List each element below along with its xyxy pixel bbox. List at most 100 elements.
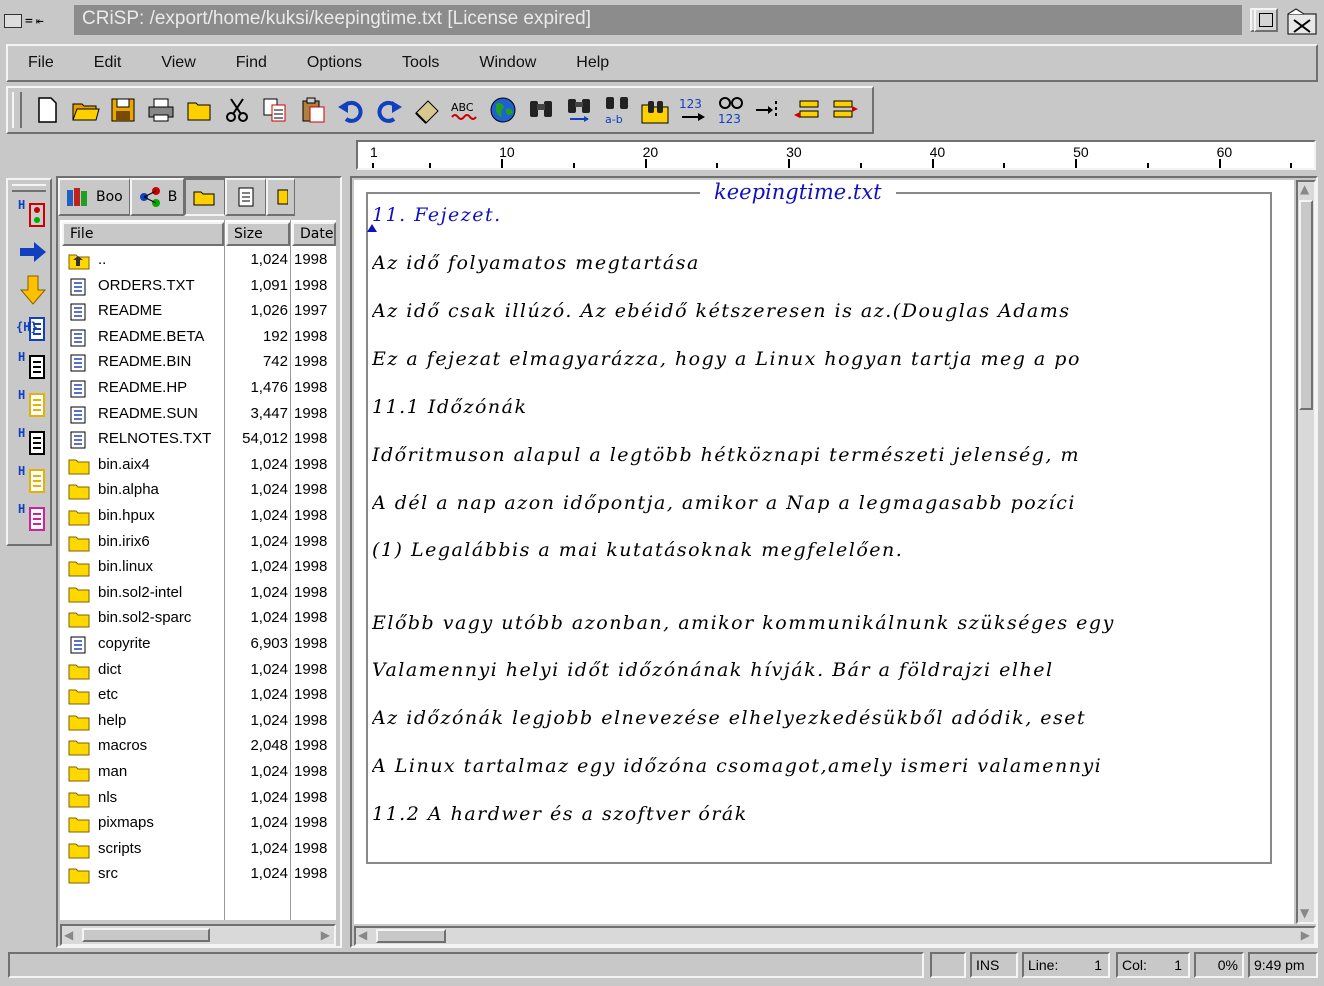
document-line[interactable]: Időritmuson alapul a legtöbb hétköznapi … [372,444,1264,466]
undo-button[interactable] [334,93,368,127]
editor-vscrollbar[interactable]: ▲ ▼ [1296,180,1316,924]
file-row[interactable]: pixmaps 1,024 1998 [60,811,336,836]
hypertext-braces-button[interactable]: {H} [16,312,48,344]
file-row[interactable]: README.BIN 742 1998 [60,350,336,375]
document-line[interactable]: Ez a fejezat elmagyarázza, hogy a Linux … [372,348,1264,370]
folder-button[interactable] [182,93,216,127]
find-in-files-button[interactable] [638,93,672,127]
document-line[interactable]: Az idő csak illúzó. Az ebéidő kétszerese… [372,300,1264,322]
find-button[interactable] [524,93,558,127]
file-row[interactable]: bin.hpux 1,024 1998 [60,504,336,529]
file-row[interactable]: bin.linux 1,024 1998 [60,555,336,580]
hypertext-table-button[interactable]: H [18,426,48,458]
file-row[interactable]: .. 1,024 1998 [60,248,336,273]
eraser-button[interactable] [410,93,444,127]
document-line[interactable]: 11.2 A hardwer és a szoftver órák [372,803,1264,825]
file-row[interactable]: copyrite 6,903 1998 [60,632,336,657]
new-file-button[interactable] [30,93,64,127]
goto-line-button[interactable]: 123 [676,93,710,127]
file-row[interactable]: RELNOTES.TXT 54,012 1998 [60,427,336,452]
editor-hscrollbar[interactable]: ◀ ▶ [354,926,1316,946]
browser-tab-1[interactable]: B [129,178,185,216]
document-line[interactable]: Valamennyi helyi időt időzónának hívják.… [372,659,1264,681]
document-line[interactable]: (1) Legalábbis a mai kutatásoknak megfel… [372,539,1264,561]
file-row[interactable]: README.HP 1,476 1998 [60,376,336,401]
file-row[interactable]: dict 1,024 1998 [60,658,336,683]
find-next-button[interactable] [562,93,596,127]
scroll-left-icon[interactable]: ◀ [64,928,73,942]
file-list-hscrollbar[interactable]: ◀ ▶ [60,924,336,946]
file-row[interactable]: man 1,024 1998 [60,760,336,785]
menu-edit[interactable]: Edit [94,54,122,72]
menu-find[interactable]: Find [236,54,267,72]
document-line[interactable]: Az idő folyamatos megtartása [372,252,1264,274]
document-line[interactable]: A dél a nap azon időpontja, amikor a Nap… [372,492,1264,514]
arrow-right-button[interactable] [18,236,48,268]
file-row[interactable]: bin.alpha 1,024 1998 [60,478,336,503]
save-button[interactable] [106,93,140,127]
hypertext-pink-button[interactable]: H [18,502,48,534]
print-button[interactable] [144,93,178,127]
file-row[interactable]: bin.sol2-sparc 1,024 1998 [60,606,336,631]
hypertext-list-button[interactable]: H [18,388,48,420]
scroll-right-icon[interactable]: ▶ [1301,928,1310,942]
browser-tab-0[interactable]: Boo [58,178,130,216]
strip-grip[interactable] [12,184,46,192]
column-header-name[interactable]: File [62,222,224,246]
document-line[interactable]: 11.1 Időzónák [372,396,1264,418]
browser-tab-3[interactable] [225,178,267,216]
file-row[interactable]: README 1,026 1997 [60,299,336,324]
maximize-button[interactable] [1254,8,1278,32]
column-header-size[interactable]: Size [226,222,290,246]
document-line[interactable]: Előbb vagy utóbb azonban, amikor kommuni… [372,612,1264,634]
find-replace-button[interactable]: a-b [600,93,634,127]
file-row[interactable]: bin.aix4 1,024 1998 [60,453,336,478]
file-row[interactable]: etc 1,024 1998 [60,683,336,708]
hscroll-thumb[interactable] [376,929,446,943]
scroll-up-icon[interactable]: ▲ [1300,182,1309,196]
menu-options[interactable]: Options [307,54,362,72]
menu-tools[interactable]: Tools [402,54,439,72]
document-line[interactable]: 11. Fejezet. [372,204,1264,226]
redo-button[interactable] [372,93,406,127]
file-row[interactable]: macros 2,048 1998 [60,734,336,759]
toolbar-grip[interactable] [12,92,22,128]
file-row[interactable]: ORDERS.TXT 1,091 1998 [60,274,336,299]
compare-button[interactable]: 123 [714,93,748,127]
menu-window[interactable]: Window [479,54,536,72]
reformat-button[interactable] [828,93,862,127]
system-menu-button[interactable]: = ⇤ [4,8,66,34]
globe-button[interactable] [486,93,520,127]
hypertext-page-button[interactable]: H [18,350,48,382]
file-row[interactable]: scripts 1,024 1998 [60,837,336,862]
browser-tab-2[interactable] [184,178,226,216]
document-line[interactable]: Az időzónák legjobb elnevezése elhelyezk… [372,707,1264,729]
hypertext-traffic-button[interactable]: H [18,198,48,230]
cut-button[interactable] [220,93,254,127]
menu-view[interactable]: View [161,54,195,72]
spell-check-button[interactable]: ABC [448,93,482,127]
menu-file[interactable]: File [28,54,54,72]
outdent-button[interactable] [790,93,824,127]
file-row[interactable]: bin.irix6 1,024 1998 [60,530,336,555]
file-row[interactable]: bin.sol2-intel 1,024 1998 [60,581,336,606]
file-row[interactable]: nls 1,024 1998 [60,786,336,811]
copy-button[interactable] [258,93,292,127]
close-button[interactable] [1286,6,1318,36]
browser-tab-4[interactable] [266,178,296,216]
document-line[interactable]: A Linux tartalmaz egy időzóna csomagot,a… [372,755,1264,777]
scroll-left-icon[interactable]: ◀ [358,928,367,942]
file-row[interactable]: README.BETA 192 1998 [60,325,336,350]
arrow-down-button[interactable] [18,274,48,306]
menu-help[interactable]: Help [576,54,609,72]
scroll-thumb[interactable] [82,928,210,942]
column-header-date[interactable]: Date [292,222,336,246]
scroll-right-icon[interactable]: ▶ [321,928,330,942]
scroll-down-icon[interactable]: ▼ [1300,906,1309,920]
open-button[interactable] [68,93,102,127]
paste-button[interactable] [296,93,330,127]
file-row[interactable]: help 1,024 1998 [60,709,336,734]
file-row[interactable]: src 1,024 1998 [60,862,336,887]
hypertext-doc-button[interactable]: H [18,464,48,496]
indent-button[interactable] [752,93,786,127]
